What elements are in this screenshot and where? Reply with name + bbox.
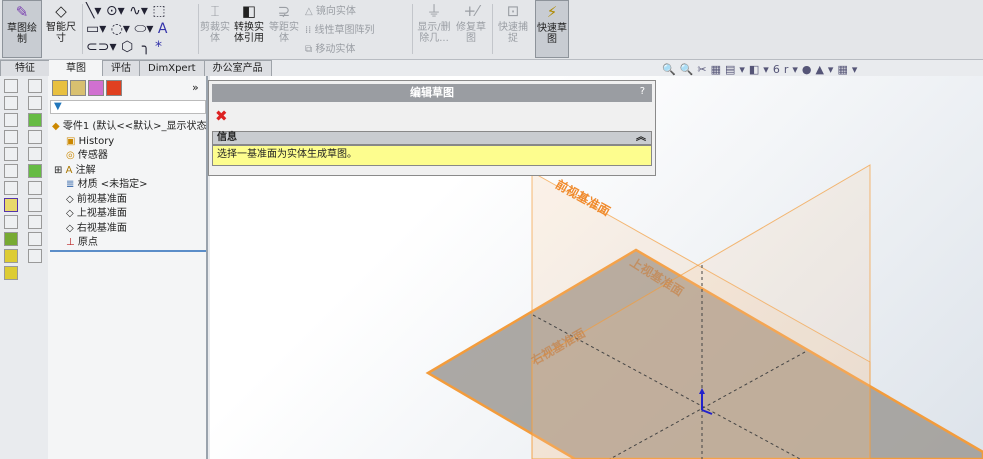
sketch-icon: ✎: [15, 3, 29, 21]
view-icon[interactable]: [4, 79, 18, 93]
sensor-icon: ◎: [66, 150, 75, 161]
info-header[interactable]: 信息 ︽: [212, 131, 652, 145]
history-icon: ▣: [66, 135, 76, 147]
filter-input[interactable]: ▼: [50, 100, 206, 114]
expand-chevron-icon[interactable]: »: [192, 81, 199, 94]
view-icon[interactable]: [4, 147, 18, 161]
tool-icon[interactable]: [4, 215, 18, 229]
pm-title: 编辑草图: [212, 84, 652, 102]
info-message: 选择一基准面为实体生成草图。: [212, 145, 652, 166]
tab-office[interactable]: 办公室产品: [203, 60, 272, 76]
smart-dimension-button[interactable]: ◇ 智能尺寸: [44, 0, 78, 58]
convert-icon: ◧: [241, 2, 257, 20]
collapse-icon: ︽: [636, 132, 646, 143]
view-icon[interactable]: [4, 113, 18, 127]
cancel-x-icon[interactable]: ✖: [215, 107, 228, 125]
show-delete-button[interactable]: ⏚ 显示/删除几...: [416, 0, 452, 58]
quick-snap-button[interactable]: ⊡ 快速捕捉: [496, 0, 530, 58]
sketch-button[interactable]: ✎ 草图绘制: [2, 0, 42, 58]
table-icon[interactable]: [28, 113, 42, 127]
annotation-icon: A: [65, 164, 73, 176]
tree-root[interactable]: ◆ 零件1 (默认<<默认>_显示状态: [52, 120, 206, 135]
offset-icon: ⊋: [277, 2, 291, 20]
plane-icon: ◇: [66, 208, 74, 219]
table-icon[interactable]: [28, 181, 42, 195]
part-icon: ◆: [52, 121, 60, 132]
relations-icon: ⏚: [426, 2, 442, 20]
snap-icon: ⊡: [506, 2, 520, 20]
linear-pattern-button[interactable]: ⁞⁞ 线性草图阵列: [305, 21, 375, 40]
view-heads-up-toolbar[interactable]: 🔍🔍✂▦▤▾◧▾6r▾●▲▾▦▾: [662, 63, 861, 76]
rapid-sketch-icon: ⚡: [546, 3, 558, 21]
rollback-bar[interactable]: [50, 250, 206, 252]
table-icon[interactable]: [28, 249, 42, 263]
tab-sketch[interactable]: 草图: [49, 60, 103, 76]
trim-icon: ⌶: [210, 2, 220, 20]
command-tabs: 特征 草图 评估 DimXpert 办公室产品: [0, 60, 272, 76]
sketch-tool-icon[interactable]: [4, 198, 18, 212]
plane-icon: ◇: [66, 222, 74, 234]
move-button[interactable]: ⧉ 移动实体: [305, 40, 375, 59]
rect-arc-ellipse-icons[interactable]: ▭▾ ◌▾ ⬭▾ A: [86, 20, 167, 38]
tree-item-origin[interactable]: ⊥ 原点: [52, 236, 206, 251]
command-manager: ✎ 草图绘制 ◇ 智能尺寸 ╲▾ ⊙▾ ∿▾ ⬚ ▭▾ ◌▾ ⬭▾ A ⊂⊃▾ ⬡ …: [0, 0, 983, 60]
tool-icon[interactable]: [4, 232, 18, 246]
origin-icon: ⊥: [66, 237, 75, 248]
table-icon[interactable]: [28, 130, 42, 144]
table-icon[interactable]: [28, 232, 42, 246]
left-toolbar-2: [24, 76, 46, 459]
dimension-icon: ◇: [55, 2, 67, 20]
table-icon[interactable]: [28, 147, 42, 161]
table-icon[interactable]: [28, 96, 42, 110]
sketch-entities-group[interactable]: ╲▾ ⊙▾ ∿▾ ⬚ ▭▾ ◌▾ ⬭▾ A ⊂⊃▾ ⬡ ╮ *: [86, 2, 167, 56]
mirror-button[interactable]: △ 镜向实体: [305, 2, 375, 21]
slot-polygon-fillet-icons[interactable]: ⊂⊃▾ ⬡ ╮ *: [86, 38, 167, 56]
view-icon[interactable]: [4, 130, 18, 144]
property-tab-icon[interactable]: [70, 80, 86, 96]
tree-item-right-plane[interactable]: ◇ 右视基准面: [52, 222, 206, 237]
tree-item-history[interactable]: ▣ History: [52, 135, 206, 150]
tool-icon[interactable]: [4, 266, 18, 280]
convert-entities-button[interactable]: ◧ 转换实体引用: [232, 0, 266, 58]
tool-icon[interactable]: [4, 249, 18, 263]
repair-button[interactable]: +⁄ 修复草图: [456, 0, 486, 58]
repair-icon: +⁄: [463, 2, 479, 20]
feature-manager: » ▼ ◆ 零件1 (默认<<默认>_显示状态 ▣ History ◎ 传感器 …: [48, 76, 208, 459]
tree-item-annotations[interactable]: ⊞ A 注解: [52, 164, 206, 179]
edit-sketch-property-manager: 编辑草图 ? ✖ 信息 ︽ 选择一基准面为实体生成草图。: [208, 80, 656, 176]
trim-button[interactable]: ⌶ 剪裁实体: [200, 0, 230, 58]
help-icon[interactable]: ?: [640, 86, 645, 97]
material-icon: ≣: [66, 179, 75, 190]
offset-button[interactable]: ⊋ 等距实体: [268, 0, 300, 58]
feature-tree-tab-icon[interactable]: [52, 80, 68, 96]
view-icon[interactable]: [4, 96, 18, 110]
table-icon[interactable]: [28, 164, 42, 178]
tree-item-front-plane[interactable]: ◇ 前视基准面: [52, 193, 206, 208]
table-icon[interactable]: [28, 198, 42, 212]
tree-item-material[interactable]: ≣ 材质 <未指定>: [52, 178, 206, 193]
tab-evaluate[interactable]: 评估: [102, 60, 140, 76]
plane-icon: ◇: [66, 193, 74, 205]
config-tab-icon[interactable]: [88, 80, 104, 96]
tree-item-top-plane[interactable]: ◇ 上视基准面: [52, 207, 206, 222]
left-toolbar-1: [0, 76, 22, 459]
feature-tree: ◆ 零件1 (默认<<默认>_显示状态 ▣ History ◎ 传感器 ⊞ A …: [52, 120, 206, 251]
rapid-sketch-button[interactable]: ⚡ 快速草图: [535, 0, 569, 58]
tab-features[interactable]: 特征: [0, 60, 50, 76]
table-icon[interactable]: [28, 79, 42, 93]
tree-item-sensors[interactable]: ◎ 传感器: [52, 149, 206, 164]
view-icon[interactable]: [4, 164, 18, 178]
manager-tabs: [52, 80, 122, 96]
line-circle-spline-icons[interactable]: ╲▾ ⊙▾ ∿▾ ⬚: [86, 2, 167, 20]
view-icon[interactable]: [4, 181, 18, 195]
table-icon[interactable]: [28, 215, 42, 229]
display-tab-icon[interactable]: [106, 80, 122, 96]
tab-dimxpert[interactable]: DimXpert: [139, 60, 205, 76]
